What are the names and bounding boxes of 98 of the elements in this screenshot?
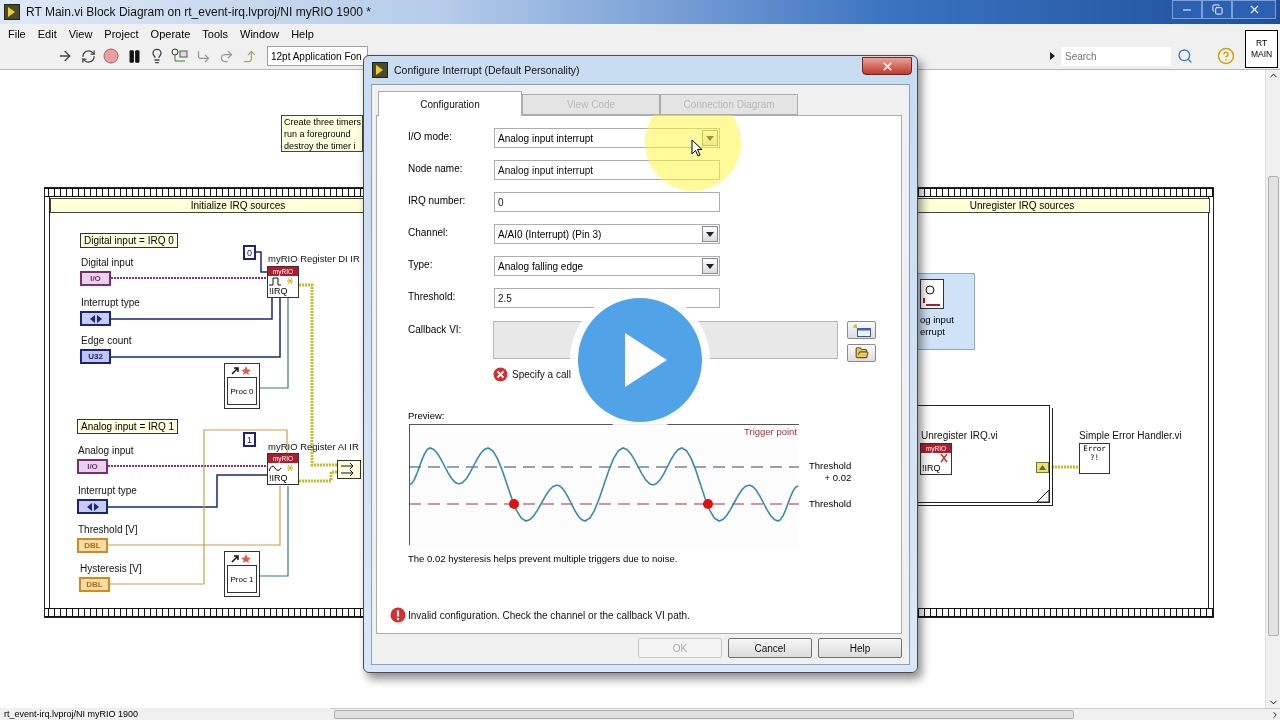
node-label: Edge count	[81, 335, 132, 346]
search-field[interactable]: Search	[1061, 46, 1171, 66]
dialog-button[interactable]: Help	[818, 638, 902, 658]
comment-note: Create three timers run a foreground destroy the timer i	[281, 115, 363, 152]
sine-wave-icon	[268, 463, 296, 473]
field-label: Node name:	[408, 162, 464, 176]
browse-button[interactable]	[847, 344, 876, 362]
error-message: Invalid configuration. Check the channel or the callback VI path.	[408, 609, 690, 621]
terminal: DBL	[79, 577, 110, 592]
node-label: Hysteresis [V]	[80, 563, 142, 574]
field-label: Type:	[408, 258, 434, 272]
interrupt-icon	[920, 279, 944, 309]
error-wire	[299, 470, 337, 483]
node-text: !IRQ	[268, 286, 289, 296]
node-text: !IRQ	[268, 473, 289, 483]
trigger-point-label: Trigger point	[744, 426, 797, 437]
minimize-button[interactable]	[1172, 0, 1202, 19]
node-label: Digital input	[81, 257, 134, 268]
app-logo-icon	[4, 4, 20, 20]
triangle-icon	[1050, 52, 1055, 61]
tunnel-icon	[1036, 462, 1049, 473]
vertical-scrollbar[interactable]	[1265, 70, 1280, 708]
node-label: myRIO Register AI IR	[268, 441, 359, 452]
dialog-button[interactable]: Cancel	[728, 638, 812, 658]
node-label: Analog input	[78, 445, 134, 456]
vi-icon: RT MAIN	[1245, 30, 1278, 68]
terminal: I/O	[77, 459, 108, 474]
node-text: !IRQ	[921, 463, 942, 473]
wire	[255, 251, 268, 273]
preview-label: Preview:	[408, 410, 446, 421]
terminal: I/O	[80, 271, 111, 286]
arrow-star-icon	[231, 366, 253, 375]
group-label: Analog input = IRQ 1	[77, 419, 179, 434]
scroll-thumb[interactable]	[1267, 176, 1279, 636]
vi-reference-label: Proc 0	[227, 377, 257, 405]
numeric-constant: 1	[243, 432, 256, 447]
menu-item[interactable]: Project	[98, 27, 145, 40]
pulse-icon	[268, 276, 296, 286]
hysteresis-note: The 0.02 hysteresis helps prevent multiple triggers due to noise.	[408, 553, 679, 564]
window-title: RT Main.vi Block Diagram on rt_event-irq.lvproj/NI myRIO 1900 *	[26, 5, 371, 19]
threshold-label: Threshold + 0.02	[809, 460, 852, 484]
folder-icon	[854, 346, 869, 360]
vi-reference-label: Proc 1	[227, 565, 257, 593]
menu-item[interactable]: File	[2, 27, 32, 40]
field-label: Threshold:	[408, 290, 457, 304]
dialog-title: Configure Interrupt (Default Personality)	[394, 64, 580, 76]
group-label: Digital input = IRQ 0	[80, 233, 178, 248]
mouse-pointer-icon	[691, 139, 703, 157]
node-label: Interrupt type	[78, 485, 137, 496]
node-label: Simple Error Handler.vi	[1079, 430, 1182, 441]
new-window-icon	[852, 323, 871, 337]
menu-item[interactable]: View	[62, 27, 99, 40]
scroll-thumb[interactable]	[334, 710, 1074, 719]
dropdown-field[interactable]: A/AI0 (Interrupt) (Pin 3)	[494, 224, 720, 244]
text-field[interactable]: Analog input interrupt	[494, 160, 720, 180]
menu-item[interactable]: Help	[285, 27, 320, 40]
field-label: Callback VI:	[408, 323, 463, 337]
stop-icon[interactable]	[102, 47, 120, 66]
loop-arrows-icon[interactable]	[79, 47, 97, 66]
tab[interactable]: Configuration	[378, 91, 522, 116]
app-logo-icon	[372, 62, 388, 78]
node-label: Interrupt type	[81, 297, 140, 308]
node-label: myRIO Register DI IR	[268, 253, 360, 264]
menu-item[interactable]: Operate	[144, 27, 197, 40]
threshold-label: Threshold	[809, 498, 852, 510]
close-icon	[880, 59, 894, 73]
menu-item[interactable]: Edit	[31, 27, 63, 40]
error-icon	[493, 367, 508, 382]
express-node-label: og input errupt	[920, 314, 954, 338]
alert-icon	[390, 607, 406, 623]
arrow-star-icon	[231, 554, 253, 563]
new-vi-button[interactable]	[847, 321, 876, 339]
enum-arrows-icon	[85, 502, 100, 511]
restore-button[interactable]	[1202, 0, 1232, 19]
help-icon[interactable]	[1217, 47, 1235, 66]
terminal: DBL	[77, 538, 108, 553]
numeric-constant: 0	[243, 245, 256, 260]
field-label: I/O mode:	[408, 130, 453, 144]
x-icon	[940, 453, 948, 463]
search-icon[interactable]	[1177, 48, 1193, 65]
dropdown-field[interactable]: Analog input interrupt	[494, 128, 720, 148]
menu-item[interactable]: Tools	[196, 27, 235, 40]
font-dropdown[interactable]: 12pt Application Fon	[267, 46, 368, 67]
menu-item[interactable]: Window	[234, 27, 286, 40]
terminal: U32	[80, 349, 111, 364]
restore-icon	[1211, 4, 1223, 15]
text-field[interactable]: 0	[494, 192, 720, 212]
enum-arrows-icon	[88, 314, 103, 323]
node-label: Unregister IRQ.vi	[921, 430, 998, 441]
field-label: Channel:	[408, 226, 450, 240]
dropdown-field[interactable]: Analog falling edge	[494, 256, 720, 276]
validation-message: Specify a call	[512, 369, 571, 380]
merge-errors-icon	[337, 460, 361, 479]
horizontal-scrollbar[interactable]	[330, 708, 1280, 720]
status-text: rt_event-irq.lvproj/NI myRIO 1900	[3, 709, 140, 719]
node-label: Threshold [V]	[78, 524, 138, 535]
scroll-right-icon[interactable]	[1270, 709, 1280, 720]
close-button[interactable]	[862, 57, 912, 75]
